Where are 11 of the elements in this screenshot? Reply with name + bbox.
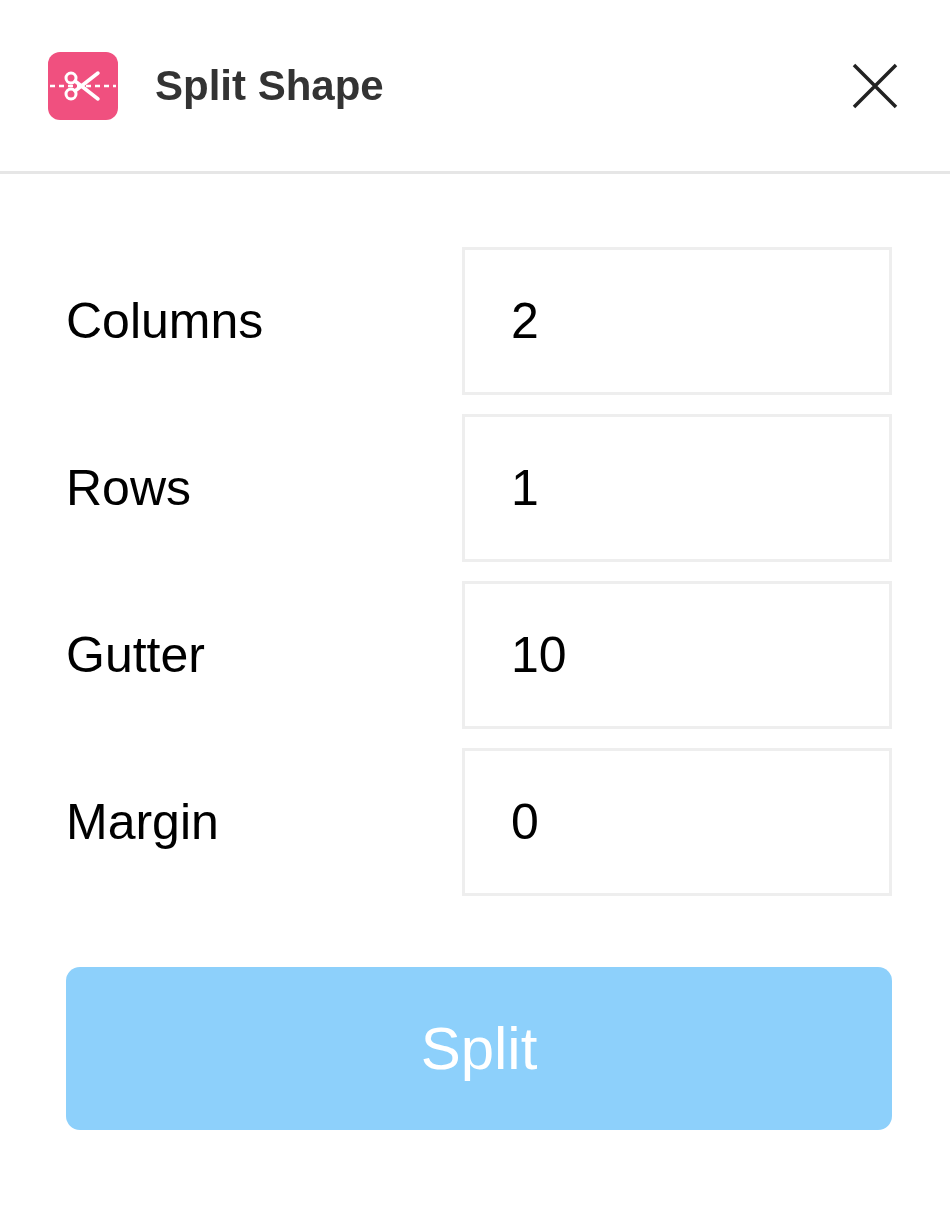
field-label: Rows [66, 458, 193, 518]
input-field[interactable]: 2 [462, 247, 892, 395]
input-field[interactable]: 10 [462, 581, 892, 729]
close-icon [851, 61, 899, 110]
input-field[interactable]: 0 [462, 748, 892, 896]
dialog-title: Split Shape [155, 61, 384, 111]
scissors-icon [48, 51, 118, 120]
input-field[interactable]: 1 [462, 414, 892, 562]
field-label: Gutter [66, 625, 206, 685]
field-label: Columns [66, 291, 265, 351]
field-label: Margin [66, 792, 220, 852]
